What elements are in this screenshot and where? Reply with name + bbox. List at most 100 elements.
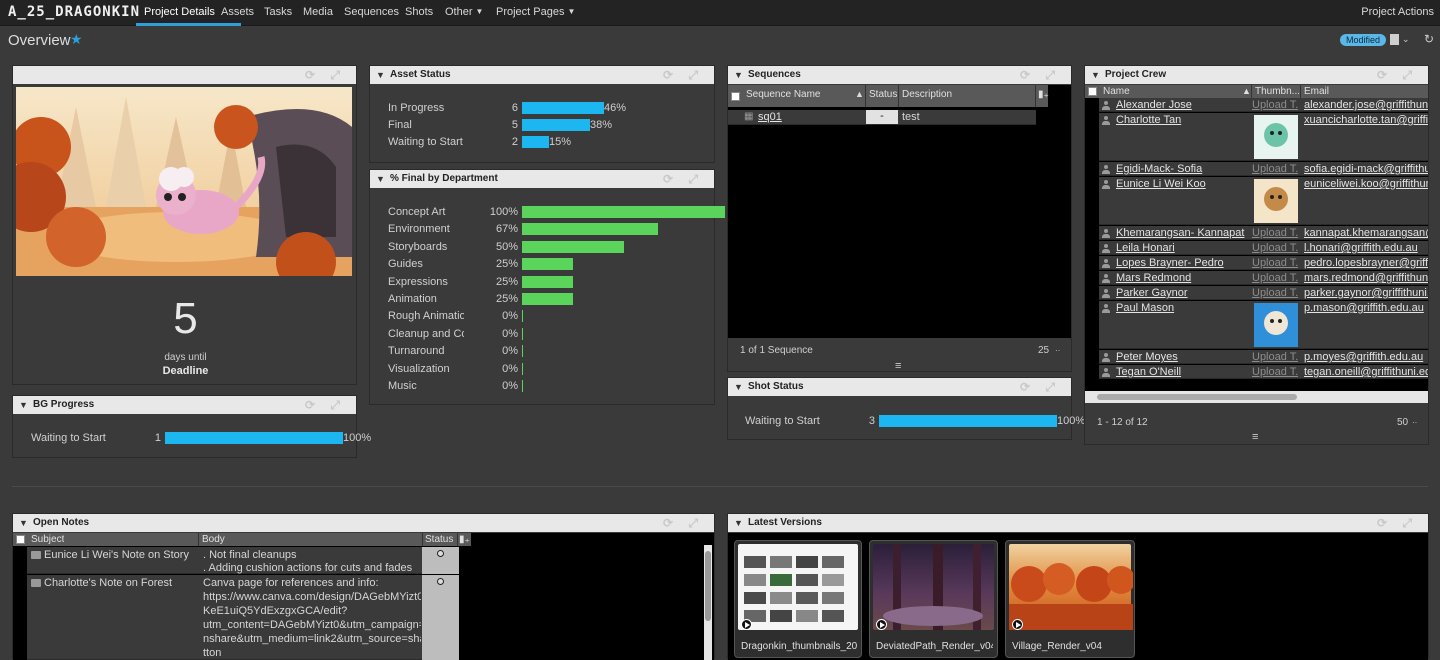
stat-row[interactable]: Animation 25% xyxy=(388,293,718,310)
refresh-icon[interactable]: ⟳ ⤢ xyxy=(1020,378,1061,396)
column-status[interactable]: Status xyxy=(425,534,453,545)
modified-badge[interactable]: Modified xyxy=(1340,34,1387,46)
upload-thumbnail-link[interactable]: Upload T... xyxy=(1252,272,1298,284)
progress-bar[interactable] xyxy=(522,362,523,375)
chevron-down-icon[interactable]: ▼ xyxy=(19,514,28,532)
stat-row[interactable]: Concept Art 100% xyxy=(388,206,725,223)
stat-row[interactable]: Rough Animation 0% xyxy=(388,310,718,327)
upload-thumbnail-link[interactable]: Upload T... xyxy=(1252,366,1298,378)
refresh-icon[interactable]: ⟳ ⤢ xyxy=(1377,66,1418,84)
progress-bar[interactable] xyxy=(522,258,573,271)
sort-icon[interactable]: ▲ xyxy=(855,89,864,99)
stat-row[interactable]: Environment 67% xyxy=(388,223,718,240)
stat-row[interactable]: In Progress 6 46% xyxy=(388,102,718,119)
upload-thumbnail-link[interactable]: Upload T... xyxy=(1252,257,1298,269)
column-body[interactable]: Body xyxy=(202,534,225,545)
table-row[interactable]: Egidi-Mack- SofiaUpload T... sofia.egidi-… xyxy=(1099,162,1428,176)
scrollbar-thumb[interactable] xyxy=(1097,394,1297,400)
sort-icon[interactable]: ▲ xyxy=(1242,86,1251,96)
select-all-checkbox[interactable] xyxy=(731,92,740,101)
sequence-name-link[interactable]: sq01 xyxy=(758,111,782,123)
progress-bar[interactable] xyxy=(522,240,624,253)
crew-email-link[interactable]: l.honari@griffith.edu.au xyxy=(1304,242,1428,254)
crew-email-link[interactable]: sofia.egidi-mack@griffithuni. xyxy=(1304,163,1428,175)
refresh-icon[interactable]: ⟳ ⤢ xyxy=(1377,514,1418,532)
status-cell[interactable] xyxy=(422,575,459,660)
refresh-icon[interactable]: ⟳ ⤢ xyxy=(1020,66,1061,84)
progress-bar[interactable] xyxy=(165,432,343,444)
column-sequence-name[interactable]: Sequence Name xyxy=(746,89,862,100)
page-size-select[interactable]: 25 xyxy=(1038,342,1049,360)
refresh-icon[interactable]: ⟳ ⤢ xyxy=(663,170,704,188)
more-icon[interactable]: ·· xyxy=(1412,414,1417,432)
upload-thumbnail-link[interactable]: Upload T... xyxy=(1252,227,1298,239)
document-icon[interactable] xyxy=(1390,34,1399,45)
crew-name-link[interactable]: Peter Moyes xyxy=(1116,351,1250,363)
stat-row[interactable]: Guides 25% xyxy=(388,258,718,275)
progress-bar[interactable] xyxy=(522,380,523,392)
refresh-icon[interactable]: ⟳ ⤢ xyxy=(305,396,346,414)
tab-other[interactable]: Other ▼ xyxy=(445,6,483,18)
column-email[interactable]: Email xyxy=(1304,86,1329,97)
upload-thumbnail-link[interactable]: Upload T... xyxy=(1252,351,1298,363)
progress-bar[interactable] xyxy=(522,310,523,323)
upload-thumbnail-link[interactable]: Upload T... xyxy=(1252,242,1298,254)
progress-bar[interactable] xyxy=(522,136,549,148)
chevron-down-icon[interactable]: ▼ xyxy=(734,514,743,532)
progress-bar[interactable] xyxy=(879,415,1057,427)
avatar[interactable] xyxy=(1254,179,1298,223)
column-subject[interactable]: Subject xyxy=(31,534,64,545)
upload-thumbnail-link[interactable]: Upload T... xyxy=(1252,287,1298,299)
chevron-down-icon[interactable]: ▼ xyxy=(734,66,743,84)
crew-name-link[interactable]: Alexander Jose xyxy=(1116,99,1250,111)
table-row[interactable]: Leila HonariUpload T... l.honari@griffith… xyxy=(1099,241,1428,255)
scrollbar-thumb[interactable] xyxy=(705,551,711,621)
stat-row[interactable]: Waiting to Start 1 100% xyxy=(31,432,371,449)
version-card[interactable]: Dragonkin_thumbnails_20 xyxy=(734,540,862,658)
version-name[interactable]: DeviatedPath_Render_v04 xyxy=(876,641,993,652)
tab-project-details[interactable]: Project Details xyxy=(144,6,215,18)
upload-thumbnail-link[interactable]: Upload T... xyxy=(1252,99,1298,111)
table-row[interactable]: Mars RedmondUpload T... mars.redmond@grif… xyxy=(1099,271,1428,285)
stat-row[interactable]: Waiting to Start 3 100% xyxy=(745,415,1085,432)
table-row[interactable]: Charlotte's Note on Forest Canva page fo… xyxy=(27,575,459,660)
version-card[interactable]: DeviatedPath_Render_v04 xyxy=(869,540,998,658)
table-row[interactable]: Alexander JoseUpload T... alexander.jose@… xyxy=(1099,98,1428,112)
crew-email-link[interactable]: p.mason@griffith.edu.au xyxy=(1304,302,1428,314)
table-row[interactable]: Lopes Brayner- PedroUpload T... pedro.lop… xyxy=(1099,256,1428,270)
stat-row[interactable]: Waiting to Start 2 15% xyxy=(388,136,718,153)
stat-row[interactable]: Visualization 0% xyxy=(388,362,718,380)
chevron-down-icon[interactable]: ▼ xyxy=(376,170,385,188)
select-all-checkbox[interactable] xyxy=(16,535,25,544)
crew-email-link[interactable]: parker.gaynor@griffithuni.ed xyxy=(1304,287,1428,299)
stat-row[interactable]: Expressions 25% xyxy=(388,275,718,293)
tab-project-pages[interactable]: Project Pages ▼ xyxy=(496,6,575,18)
column-status[interactable]: Status xyxy=(869,89,897,100)
chevron-down-icon[interactable]: ▼ xyxy=(1091,66,1100,84)
crew-email-link[interactable]: xuancicharlotte.tan@griffithu xyxy=(1304,114,1428,126)
crew-name-link[interactable]: Khemarangsan- Kannapat xyxy=(1116,227,1250,239)
table-row[interactable]: Paul Mason p.mason@griffith.edu.au xyxy=(1099,301,1428,349)
table-row[interactable]: Eunice Li Wei's Note on Story . Not fina… xyxy=(27,547,459,574)
crew-email-link[interactable]: mars.redmond@griffithuni.ed xyxy=(1304,272,1428,284)
table-row[interactable]: Eunice Li Wei Koo euniceliwei.koo@griffit… xyxy=(1099,177,1428,225)
stat-row[interactable]: Final 5 38% xyxy=(388,119,718,136)
refresh-icon[interactable]: ⟳ ⤢ xyxy=(305,66,346,84)
upload-thumbnail-link[interactable]: Upload T... xyxy=(1252,163,1298,175)
tab-media[interactable]: Media xyxy=(303,6,333,18)
column-description[interactable]: Description xyxy=(902,89,952,100)
crew-name-link[interactable]: Mars Redmond xyxy=(1116,272,1250,284)
chevron-down-icon[interactable]: ▼ xyxy=(19,396,28,414)
column-picker-icon[interactable]: ▮₊ xyxy=(1038,89,1049,100)
table-row[interactable]: Parker GaynorUpload T... parker.gaynor@gr… xyxy=(1099,286,1428,300)
crew-name-link[interactable]: Parker Gaynor xyxy=(1116,287,1250,299)
column-thumbnail[interactable]: Thumbn... xyxy=(1255,86,1299,97)
crew-email-link[interactable]: euniceliwei.koo@griffithuni.e xyxy=(1304,178,1428,190)
column-name[interactable]: Name xyxy=(1103,86,1130,97)
play-icon[interactable] xyxy=(741,619,752,630)
stat-row[interactable]: Cleanup and Color 0% xyxy=(388,327,718,345)
crew-email-link[interactable]: tegan.oneill@griffithuni.edu. xyxy=(1304,366,1428,378)
vertical-scrollbar[interactable] xyxy=(704,545,712,660)
select-all-checkbox[interactable] xyxy=(1088,87,1097,96)
avatar[interactable] xyxy=(1254,115,1298,159)
